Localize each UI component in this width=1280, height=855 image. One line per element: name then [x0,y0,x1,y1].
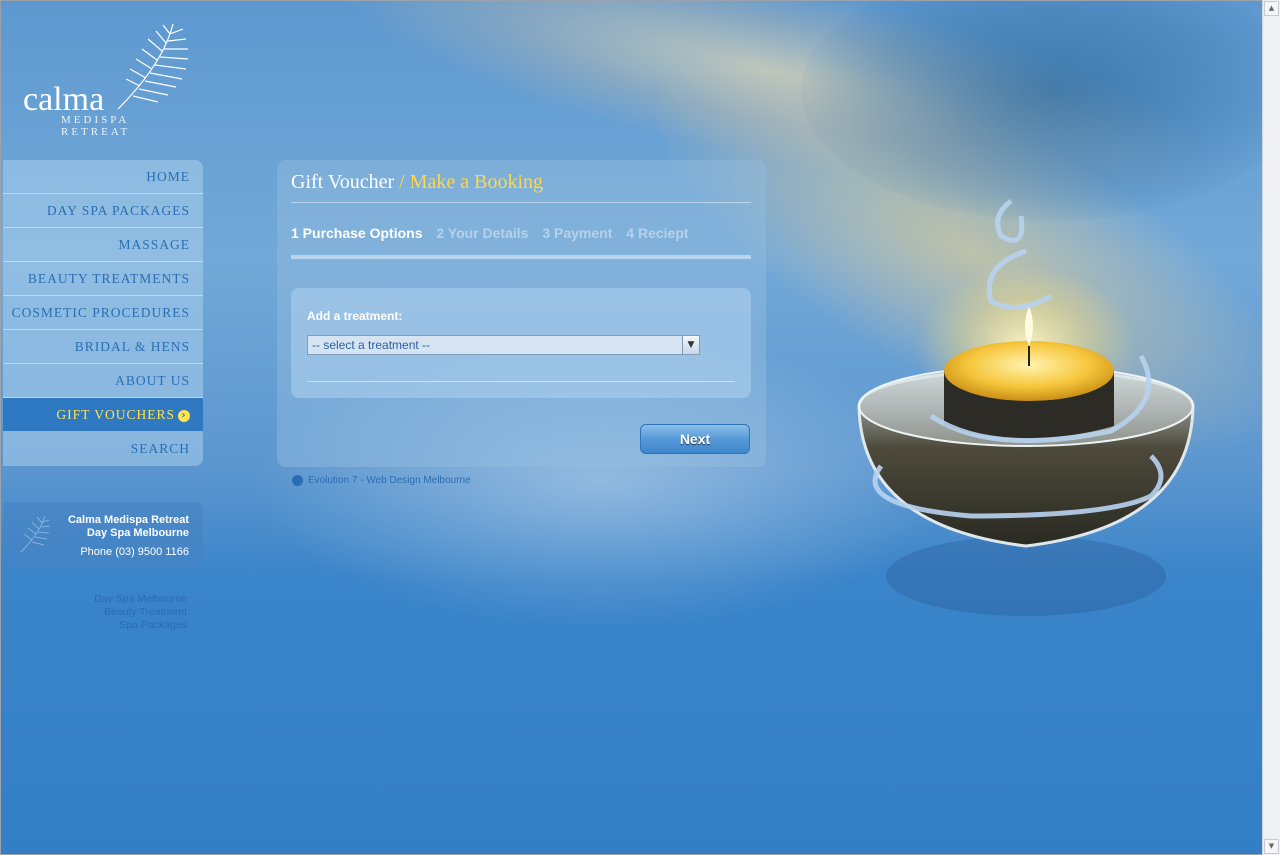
contact-box: Calma Medispa Retreat Day Spa Melbourne … [3,502,203,568]
title-separator: / [394,171,410,193]
nav-item-home[interactable]: HOME [3,160,203,194]
browser-viewport: calma MEDISPA RETREAT HOME DAY SPA PACKA… [0,0,1264,855]
next-button[interactable]: Next [640,424,750,454]
treatment-select[interactable]: -- select a treatment -- ▼ [307,335,700,355]
nav-item-label: ABOUT US [115,373,190,388]
brand-tagline: MEDISPA RETREAT [61,114,131,138]
divider [307,381,735,382]
step-indicator: 1 Purchase Options 2 Your Details 3 Paym… [291,225,699,241]
add-treatment-label: Add a treatment: [307,309,403,323]
fern-leaf-icon [117,23,189,110]
globe-icon [292,475,303,486]
seo-link[interactable]: Spa Packages [3,619,187,632]
nav-item-label: DAY SPA PACKAGES [46,203,190,218]
scroll-up-icon[interactable]: ▲ [1264,1,1279,16]
nav-item-gift-vouchers[interactable]: GIFT VOUCHERS › [3,398,203,432]
treatment-select-value: -- select a treatment -- [312,338,431,352]
nav-item-cosmetic-procedures[interactable]: COSMETIC PROCEDURES [3,296,203,330]
arrow-right-icon: › [178,409,190,422]
scroll-down-icon[interactable]: ▼ [1264,839,1279,854]
chevron-down-icon[interactable]: ▼ [682,336,699,354]
nav-item-label: HOME [146,169,190,184]
fern-leaf-icon [20,515,51,553]
credit-link[interactable]: Evolution 7 - Web Design Melbourne [292,475,471,486]
nav-item-day-spa-packages[interactable]: DAY SPA PACKAGES [3,194,203,228]
progress-bar [291,255,751,259]
nav-item-massage[interactable]: MASSAGE [3,228,203,262]
nav-item-search[interactable]: SEARCH [3,432,203,466]
nav-item-label: COSMETIC PROCEDURES [11,305,190,320]
step-purchase-options: 1 Purchase Options [291,225,423,241]
seo-links: Day Spa Melbourne Beauty Treatment Spa P… [3,593,187,632]
candle-illustration [857,199,1195,616]
step-payment: 3 Payment [542,225,613,241]
nav-item-beauty-treatments[interactable]: BEAUTY TREATMENTS [3,262,203,296]
nav-item-label: MASSAGE [118,237,190,252]
page-title: Gift Voucher / Make a Booking [291,171,543,194]
title-highlight: Make a Booking [409,171,544,193]
calma-logo[interactable]: calma MEDISPA RETREAT [23,19,203,138]
nav-item-label: SEARCH [130,441,190,456]
divider [291,202,751,203]
credit-text: Evolution 7 - Web Design Melbourne [308,475,471,487]
nav-item-label: GIFT VOUCHERS [56,407,175,422]
nav-item-label: BEAUTY TREATMENTS [27,271,190,286]
title-main: Gift Voucher [291,171,395,193]
step-your-details: 2 Your Details [436,225,529,241]
seo-link[interactable]: Day Spa Melbourne [3,593,187,606]
main-nav: HOME DAY SPA PACKAGES MASSAGE BEAUTY TRE… [3,160,203,466]
nav-item-bridal-hens[interactable]: BRIDAL & HENS [3,330,203,364]
vertical-scrollbar[interactable]: ▲ ▼ [1262,0,1280,855]
nav-item-label: BRIDAL & HENS [74,339,190,354]
nav-item-about-us[interactable]: ABOUT US [3,364,203,398]
step-receipt: 4 Reciept [626,225,689,241]
seo-link[interactable]: Beauty Treatment [3,606,187,619]
